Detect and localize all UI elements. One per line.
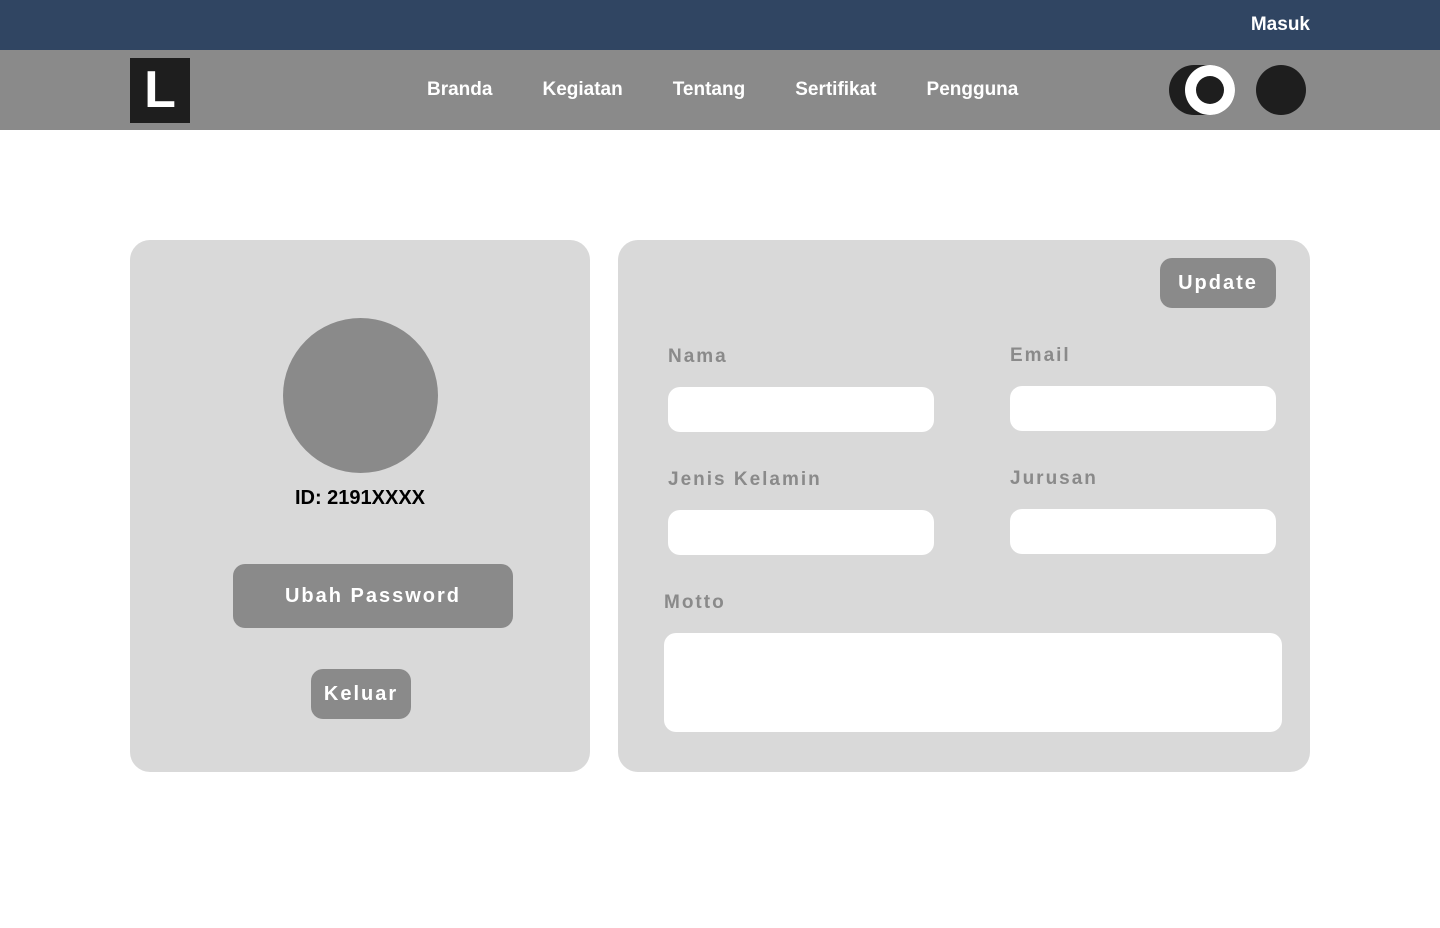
profile-card: ID: 2191XXXX Ubah Password Keluar: [130, 240, 590, 772]
update-button[interactable]: Update: [1160, 258, 1276, 308]
email-label: Email: [1010, 345, 1071, 366]
theme-toggle-icon[interactable]: [1169, 65, 1235, 115]
motto-field[interactable]: [664, 633, 1282, 732]
top-bar: Masuk: [0, 0, 1440, 50]
main-navbar: L Branda Kegiatan Tentang Sertifikat Pen…: [0, 50, 1440, 130]
motto-label: Motto: [664, 592, 726, 613]
toggle-knob: [1185, 65, 1235, 115]
avatar: [283, 318, 438, 473]
jurusan-field[interactable]: [1010, 509, 1276, 554]
change-password-button[interactable]: Ubah Password: [233, 564, 513, 628]
nav-link-kegiatan[interactable]: Kegiatan: [542, 79, 622, 101]
jurusan-label: Jurusan: [1010, 468, 1098, 489]
login-link[interactable]: Masuk: [1251, 14, 1310, 36]
email-field[interactable]: [1010, 386, 1276, 431]
logo[interactable]: L: [130, 58, 190, 123]
jenis-kelamin-label: Jenis Kelamin: [668, 469, 822, 490]
nav-link-tentang[interactable]: Tentang: [673, 79, 745, 101]
nama-label: Nama: [668, 346, 728, 367]
nav-link-branda[interactable]: Branda: [427, 79, 492, 101]
logout-button[interactable]: Keluar: [311, 669, 411, 719]
profile-form-card: Update Nama Email Jenis Kelamin Jurusan …: [618, 240, 1310, 772]
nav-links: Branda Kegiatan Tentang Sertifikat Pengg…: [427, 50, 1018, 130]
nav-link-pengguna[interactable]: Pengguna: [927, 79, 1019, 101]
jenis-kelamin-field[interactable]: [668, 510, 934, 555]
nama-field[interactable]: [668, 387, 934, 432]
user-id: ID: 2191XXXX: [294, 487, 426, 509]
nav-link-sertifikat[interactable]: Sertifikat: [795, 79, 876, 101]
user-circle-icon[interactable]: [1256, 65, 1306, 115]
